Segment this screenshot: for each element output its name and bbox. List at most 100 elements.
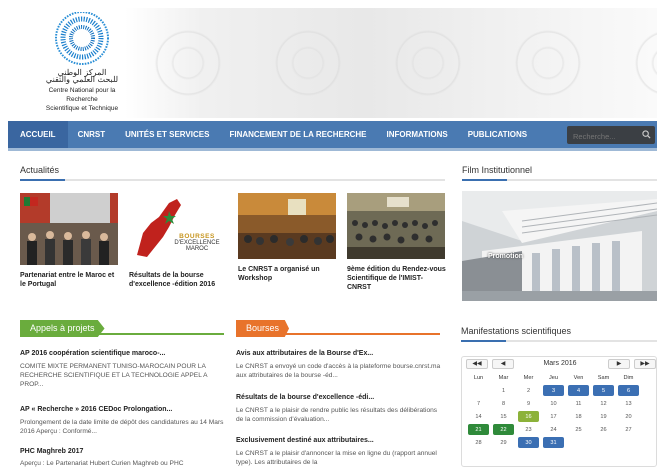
calendar-day[interactable]: 9 [518, 398, 539, 409]
logo-arabic-line-2: للبحث العلمي والتقني [45, 75, 119, 84]
search-input[interactable] [567, 127, 637, 146]
bourse-item[interactable]: Avis aux attributaires de la Bourse d'Ex… [236, 349, 446, 380]
calendar-event-day[interactable]: 21 [468, 424, 489, 435]
calendar-day[interactable]: 29 [493, 437, 514, 448]
calendar-weekday: Mer [523, 375, 534, 381]
calendar-event-day[interactable]: 6 [618, 385, 639, 396]
prev-year-button[interactable]: ◀◀ [466, 359, 488, 369]
search-box [567, 126, 655, 146]
calendar-day [468, 385, 489, 396]
calendar-day[interactable]: 19 [593, 411, 614, 422]
calendar-day[interactable]: 18 [568, 411, 589, 422]
news-thumbnail[interactable] [238, 193, 336, 259]
calendar-event-day[interactable]: 16 [518, 411, 539, 422]
calendar-weekday: Lun [473, 375, 484, 381]
news-item[interactable]: 9ème édition du Rendez-vous Scientifique… [347, 193, 447, 292]
calendar-day[interactable]: 1 [493, 385, 514, 396]
news-item[interactable]: Le CNRST a organisé un Workshop [238, 193, 338, 283]
calendar-day[interactable]: 8 [493, 398, 514, 409]
bourse-item-desc: Le CNRST a envoyé un code d'accès à la p… [236, 363, 441, 379]
calendar-day[interactable]: 23 [518, 424, 539, 435]
nav-item-publications[interactable]: PUBLICATIONS [458, 121, 537, 148]
appel-item[interactable]: AP « Recherche » 2016 CEDoc Prolongation… [20, 405, 230, 436]
calendar-day [593, 437, 614, 448]
news-thumbnail[interactable]: BOURSES D'EXCELLENCE MAROC [129, 193, 227, 265]
calendar-day[interactable]: 10 [543, 398, 564, 409]
bourse-item[interactable]: Exclusivement destiné aux attributaires.… [236, 436, 446, 467]
calendar-event-day[interactable]: 5 [593, 385, 614, 396]
appel-item-title[interactable]: AP « Recherche » 2016 CEDoc Prolongation… [20, 405, 230, 414]
calendar-weekday: Ven [573, 375, 584, 381]
calendar-event-day[interactable]: 4 [568, 385, 589, 396]
calendar-day[interactable]: 27 [618, 424, 639, 435]
actualites-title: Actualités [20, 165, 60, 175]
calendar-event-day[interactable]: 31 [543, 437, 564, 448]
bourse-item-desc: Le CNRST a le plaisir de rendre public l… [236, 407, 438, 423]
calendar-grid: Lun Mar Mer Jeu Ven Sam Dim 1 2 3 4 5 6 7 8 9 10 11 12 13 1… [464, 371, 643, 450]
calendar-day[interactable]: 24 [543, 424, 564, 435]
bourses-thumb-line-1: BOURSES [179, 233, 215, 240]
appels-tabbar: Appels à projets [20, 318, 224, 337]
next-month-button[interactable]: ▶ [608, 359, 630, 369]
nav-item-unites-services[interactable]: UNITÉS ET SERVICES [115, 121, 219, 148]
appel-item[interactable]: AP 2016 coopération scientifique maroco-… [20, 349, 230, 389]
calendar-day[interactable]: 12 [593, 398, 614, 409]
news-caption[interactable]: 9ème édition du Rendez-vous Scientifique… [347, 265, 447, 292]
prev-month-button[interactable]: ◀ [492, 359, 514, 369]
calendar-day[interactable]: 11 [568, 398, 589, 409]
actualites-underline [20, 179, 445, 181]
calendar-day[interactable]: 20 [618, 411, 639, 422]
appel-item-title[interactable]: PHC Maghreb 2017 [20, 447, 230, 456]
calendar-day[interactable]: 25 [568, 424, 589, 435]
appel-item-desc: Aperçu : Le Partenariat Hubert Curien Ma… [20, 460, 184, 467]
calendar-week-row: 7 8 9 10 11 12 13 [468, 398, 639, 409]
calendar-month: Mars 2016 [543, 360, 577, 367]
institutional-video[interactable]: Promotion [462, 191, 657, 301]
news-caption[interactable]: Le CNRST a organisé un Workshop [238, 265, 338, 283]
video-overlay-text: Promotion [488, 253, 523, 260]
calendar-weekday: Jeu [548, 375, 559, 381]
news-thumbnail[interactable] [347, 193, 445, 259]
calendar-day[interactable]: 17 [543, 411, 564, 422]
bourse-item-title[interactable]: Résultats de la bourse d'excellence -édi… [236, 393, 446, 402]
calendar-day[interactable]: 28 [468, 437, 489, 448]
appel-item-desc: Prolongement de la date limite de dépôt … [20, 419, 224, 435]
cnrst-logo[interactable]: المركز الوطني للبحث العلمي والتقني Centr… [32, 12, 132, 113]
calendar-week-row: 14 15 16 17 18 19 20 [468, 411, 639, 422]
news-item[interactable]: BOURSES D'EXCELLENCE MAROC Résultats de … [129, 193, 229, 289]
next-year-button[interactable]: ▶▶ [634, 359, 656, 369]
news-caption[interactable]: Partenariat entre le Maroc et le Portuga… [20, 271, 120, 289]
calendar-day[interactable]: 14 [468, 411, 489, 422]
calendar-week-row: 21 22 23 24 25 26 27 [468, 424, 639, 435]
appel-item-desc: COMITE MIXTE PERMANENT TUNISO-MAROCAIN P… [20, 363, 208, 388]
calendar-day[interactable]: 26 [593, 424, 614, 435]
calendar-day[interactable]: 15 [493, 411, 514, 422]
calendar-day [568, 437, 589, 448]
logo-sunburst-icon [55, 12, 109, 65]
nav-item-accueil[interactable]: ACCUEIL [8, 121, 68, 148]
news-caption[interactable]: Résultats de la bourse d'excellence -édi… [129, 271, 229, 289]
calendar-day[interactable]: 2 [518, 385, 539, 396]
calendar-header: ◀◀ ◀ Mars 2016 ▶ ▶▶ [462, 357, 656, 371]
appel-item-title[interactable]: AP 2016 coopération scientifique maroco-… [20, 349, 230, 358]
calendar-event-day[interactable]: 30 [518, 437, 539, 448]
news-item[interactable]: Partenariat entre le Maroc et le Portuga… [20, 193, 120, 289]
bourse-item[interactable]: Résultats de la bourse d'excellence -édi… [236, 393, 446, 424]
news-thumbnail[interactable] [20, 193, 118, 265]
nav-item-cnrst[interactable]: CNRST [68, 121, 116, 148]
nav-item-informations[interactable]: INFORMATIONS [377, 121, 458, 148]
calendar-event-day[interactable]: 22 [493, 424, 514, 435]
site-header: المركز الوطني للبحث العلمي والتقني Centr… [8, 8, 657, 118]
calendar-weekday: Mar [498, 375, 509, 381]
nav-item-financement[interactable]: FINANCEMENT DE LA RECHERCHE [219, 121, 376, 148]
manifestations-title: Manifestations scientifiques [461, 326, 572, 336]
calendar-event-day[interactable]: 3 [543, 385, 564, 396]
bourse-item-title[interactable]: Exclusivement destiné aux attributaires.… [236, 436, 446, 445]
main-nav: ACCUEIL CNRST UNITÉS ET SERVICES FINANCE… [8, 121, 657, 151]
calendar-day[interactable]: 7 [468, 398, 489, 409]
calendar-day[interactable]: 13 [618, 398, 639, 409]
calendar-weekday: Sam [597, 375, 610, 381]
bourse-item-title[interactable]: Avis aux attributaires de la Bourse d'Ex… [236, 349, 446, 358]
search-icon[interactable] [642, 130, 651, 139]
appel-item[interactable]: PHC Maghreb 2017 Aperçu : Le Partenariat… [20, 447, 230, 467]
